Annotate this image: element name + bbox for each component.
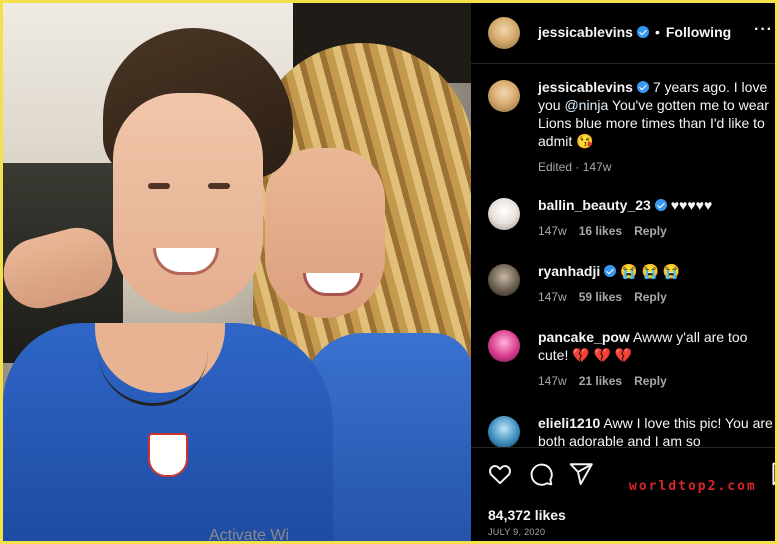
comment-meta: 147w 16 likes Reply (538, 222, 775, 240)
comment-likes[interactable]: 16 likes (579, 224, 622, 238)
commenter-avatar[interactable] (488, 264, 520, 296)
reply-button[interactable]: Reply (634, 290, 667, 304)
caption-meta: Edited · 147w (538, 158, 775, 176)
commenter-avatar[interactable] (488, 416, 520, 447)
photo-man-face (113, 93, 263, 313)
share-icon[interactable] (568, 461, 594, 487)
verified-icon (636, 81, 649, 93)
comment-text: ♥♥♥♥♥ (670, 197, 713, 213)
meta-separator: · (575, 160, 580, 174)
reply-button[interactable]: Reply (634, 224, 667, 238)
post-side-panel: jessicablevins • Following ··· jessicablev… (471, 3, 778, 541)
author-avatar[interactable] (488, 17, 520, 49)
watermark-text: worldtop2.com (629, 479, 757, 494)
comment-likes[interactable]: 21 likes (579, 374, 622, 388)
author-username[interactable]: jessicablevins (538, 24, 633, 40)
comment-icon[interactable] (528, 461, 554, 487)
screenshot-frame: jessicablevins • Following ··· jessicablev… (0, 0, 778, 544)
photo-man-eye (208, 183, 230, 189)
post-actions: worldtop2.com 84,372 likes JULY 9, 2020 (471, 447, 778, 541)
kiss-emoji-icon: 😘 (576, 133, 594, 149)
caption-avatar[interactable] (488, 80, 520, 112)
comment-age: 147w (538, 290, 567, 304)
verified-icon (654, 199, 667, 211)
comments-list[interactable]: jessicablevins 7 years ago. I love you @… (471, 64, 775, 447)
post-date: JULY 9, 2020 (488, 527, 546, 537)
commenter-avatar[interactable] (488, 198, 520, 230)
edited-label: Edited (538, 160, 573, 174)
header-separator: • (654, 24, 660, 40)
commenter-username[interactable]: ryanhadji (538, 263, 600, 279)
comment-likes[interactable]: 59 likes (579, 290, 622, 304)
activate-windows-watermark: Activate Wi (209, 527, 290, 544)
photo-man-eye (148, 183, 170, 189)
comment-age: 147w (538, 374, 567, 388)
post-header-line: jessicablevins • Following (538, 24, 731, 40)
broken-heart-icon: 💔 💔 💔 (572, 347, 633, 363)
post-header: jessicablevins • Following ··· (471, 3, 775, 64)
more-options-icon[interactable]: ··· (754, 21, 773, 39)
heart-icon[interactable] (487, 461, 513, 487)
crying-emoji-icon: 😭 😭 😭 (620, 263, 681, 279)
likes-count[interactable]: 84,372 likes (488, 507, 566, 523)
commenter-username[interactable]: pancake_pow (538, 329, 630, 345)
mention-link[interactable]: @ninja (564, 97, 608, 113)
caption-age: 147w (582, 160, 612, 174)
following-button[interactable]: Following (666, 24, 731, 40)
commenter-username[interactable]: ballin_beauty_23 (538, 197, 651, 213)
comment-body: ryanhadji 😭 😭 😭 147w 59 likes Reply (538, 262, 775, 306)
commenter-avatar[interactable] (488, 330, 520, 362)
comment-body: ballin_beauty_23 ♥♥♥♥♥ 147w 16 likes Reply (538, 196, 775, 240)
comment-age: 147w (538, 224, 567, 238)
comment-body: elieli1210 Aww I love this pic! You are … (538, 414, 775, 447)
caption-username[interactable]: jessicablevins (538, 79, 633, 95)
verified-icon (636, 26, 649, 38)
verified-icon (604, 265, 617, 277)
photo-jersey-logo (148, 433, 188, 477)
comment-body: pancake_pow Awww y'all are too cute! 💔 💔… (538, 328, 775, 390)
post-photo[interactable] (3, 3, 471, 541)
save-bookmark-icon[interactable] (768, 461, 778, 487)
reply-button[interactable]: Reply (634, 374, 667, 388)
commenter-username[interactable]: elieli1210 (538, 415, 600, 431)
comment-meta: 147w 59 likes Reply (538, 288, 775, 306)
caption-body: jessicablevins 7 years ago. I love you @… (538, 78, 775, 176)
comment-meta: 147w 21 likes Reply (538, 372, 775, 390)
